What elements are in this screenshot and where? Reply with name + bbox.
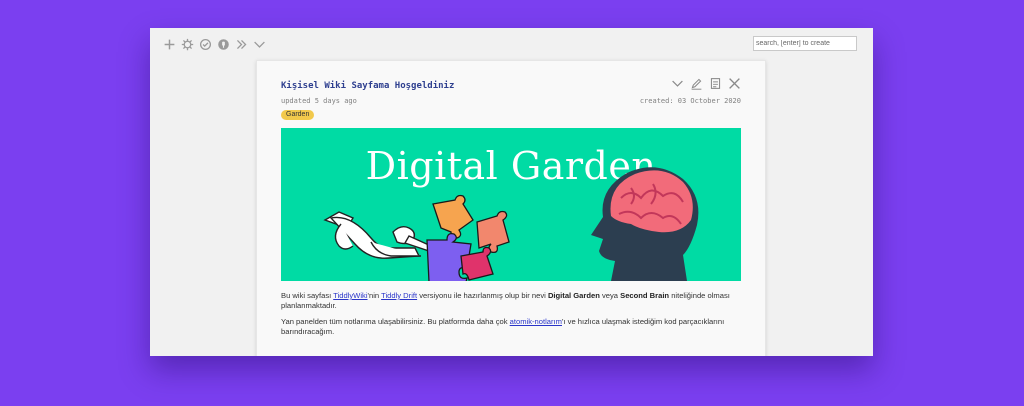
search-input[interactable] [753,36,857,51]
chevron-down-icon[interactable] [671,77,684,90]
second-brain-bold: Second Brain [620,291,670,300]
updated-meta: updated 5 days ago [281,97,357,105]
text-fragment: veya [599,291,621,300]
lock-icon[interactable] [216,37,231,52]
tiddler-title[interactable]: Kişisel Wiki Sayfama Hoşgeldiniz [281,81,454,91]
text-fragment: Bu wiki sayfası [281,291,334,300]
tiddler-card: Kişisel Wiki Sayfama Hoşgeldiniz updated… [256,60,766,356]
banner-image: Digital Garden [281,128,741,281]
banner-illustration [323,167,699,281]
tag-pill[interactable]: Garden [281,110,315,120]
text-fragment: 'nin [367,291,382,300]
created-meta: created: 03 October 2020 [639,97,741,105]
chevron-down-icon[interactable] [252,37,267,52]
document-icon[interactable] [709,77,722,90]
plus-icon[interactable] [162,37,177,52]
tiddler-body: Bu wiki sayfası TiddlyWiki'nin Tiddly Dr… [281,291,741,343]
gear-icon[interactable] [180,37,195,52]
digital-garden-bold: Digital Garden [547,291,600,300]
app-window: Kişisel Wiki Sayfama Hoşgeldiniz updated… [150,28,873,356]
brain-head-illustration [591,167,699,281]
edit-pencil-icon[interactable] [690,77,703,90]
close-icon[interactable] [728,77,741,90]
reaching-person-illustration [323,211,432,259]
puzzle-pieces-illustration [426,194,510,281]
double-chevron-icon[interactable] [234,37,249,52]
intro-paragraph: Bu wiki sayfası TiddlyWiki'nin Tiddly Dr… [281,291,741,310]
check-circle-icon[interactable] [198,37,213,52]
atomik-notlar-link[interactable]: atomik-notlarım [510,317,562,326]
text-fragment: versiyonu ile hazırlanmış olup bir nevi [417,291,548,300]
page-toolbar [162,36,267,52]
notes-paragraph: Yan panelden tüm notlarıma ulaşabilirsin… [281,317,741,336]
text-fragment: Yan panelden tüm notlarıma ulaşabilirsin… [281,317,510,326]
tiddler-controls [671,77,741,90]
tiddlywiki-link[interactable]: TiddlyWiki [333,291,367,300]
tiddly-drift-link[interactable]: Tiddly Drift [381,291,417,300]
